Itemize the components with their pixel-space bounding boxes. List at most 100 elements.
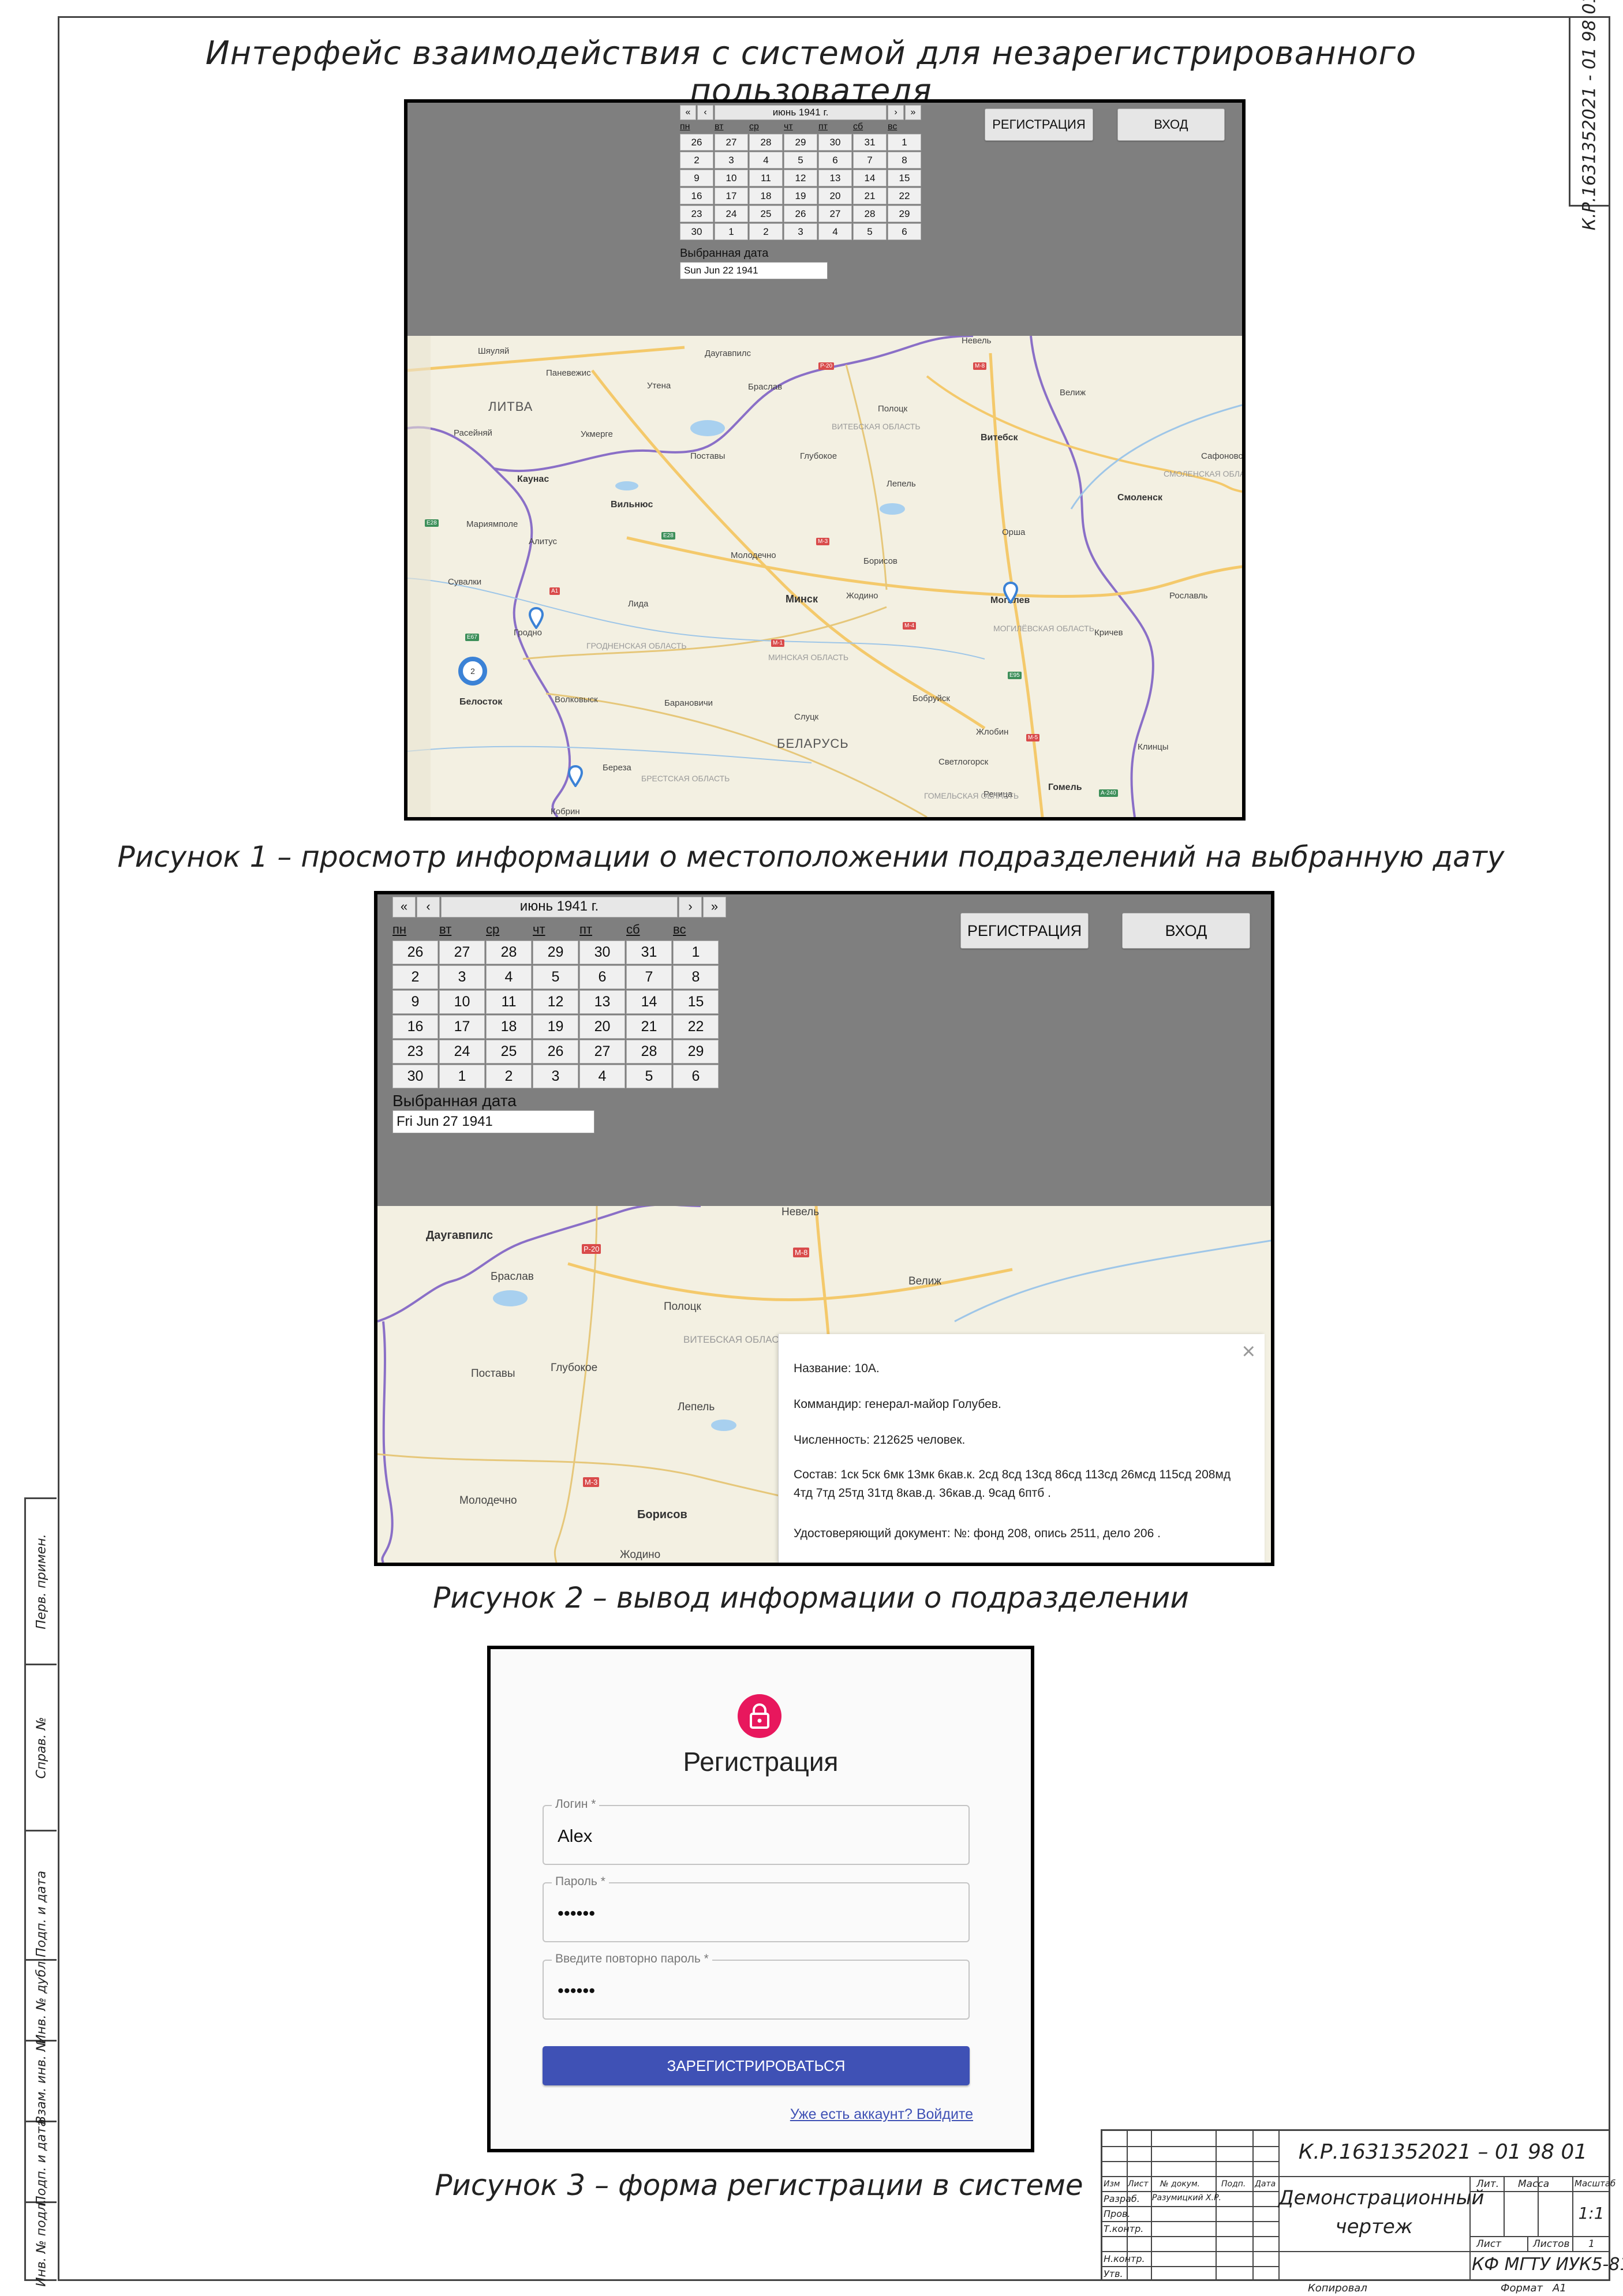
calendar-day[interactable]: 11 [749,170,783,186]
calendar-day[interactable]: 23 [392,1040,438,1063]
map[interactable]: Шяуляй Паневежис Утена Даугавпилс Брасла… [407,336,1242,817]
calendar-day[interactable]: 1 [673,941,719,964]
calendar-day[interactable]: 28 [626,1040,672,1063]
calendar-day[interactable]: 26 [392,941,438,964]
next-year-button[interactable]: » [905,105,921,120]
calendar-day[interactable]: 4 [818,223,852,240]
calendar-day[interactable]: 6 [818,152,852,168]
calendar-day[interactable]: 19 [533,1015,578,1039]
calendar-day[interactable]: 1 [888,134,921,151]
calendar-day[interactable]: 7 [626,965,672,989]
calendar-day[interactable]: 5 [533,965,578,989]
register-submit-button[interactable]: ЗАРЕГИСТРИРОВАТЬСЯ [543,2046,970,2085]
unit-marker-pin[interactable] [529,607,544,629]
calendar-day[interactable]: 2 [486,1065,532,1088]
calendar-day[interactable]: 12 [533,990,578,1014]
calendar-day[interactable]: 5 [853,223,887,240]
calendar-day[interactable]: 30 [818,134,852,151]
calendar-day[interactable]: 21 [626,1015,672,1039]
calendar-day[interactable]: 19 [784,188,817,204]
calendar-day[interactable]: 15 [888,170,921,186]
calendar-day[interactable]: 13 [818,170,852,186]
calendar-day[interactable]: 27 [439,941,485,964]
register-button[interactable]: РЕГИСТРАЦИЯ [960,913,1089,949]
calendar-day[interactable]: 17 [715,188,748,204]
login-button[interactable]: ВХОД [1117,108,1225,141]
calendar-day[interactable]: 10 [439,990,485,1014]
calendar-day[interactable]: 22 [888,188,921,204]
calendar-day[interactable]: 5 [626,1065,672,1088]
login-button[interactable]: ВХОД [1122,913,1250,949]
calendar-day[interactable]: 1 [439,1065,485,1088]
calendar-day[interactable]: 29 [673,1040,719,1063]
calendar-day[interactable]: 23 [680,205,713,222]
calendar-day[interactable]: 10 [715,170,748,186]
calendar-day[interactable]: 15 [673,990,719,1014]
calendar-day[interactable]: 4 [579,1065,625,1088]
calendar-day[interactable]: 3 [533,1065,578,1088]
login-link[interactable]: Уже есть аккаунт? Войдите [790,2106,973,2123]
calendar-day[interactable]: 1 [715,223,748,240]
password-field[interactable]: Пароль * •••••• [543,1875,970,1942]
calendar-day[interactable]: 30 [392,1065,438,1088]
calendar-day[interactable]: 6 [673,1065,719,1088]
calendar-day[interactable]: 7 [853,152,887,168]
unit-marker-pin[interactable] [1003,582,1018,604]
calendar-day[interactable]: 12 [784,170,817,186]
unit-marker-pin[interactable] [568,765,583,787]
calendar-day[interactable]: 29 [888,205,921,222]
calendar-day[interactable]: 21 [853,188,887,204]
calendar-day[interactable]: 29 [533,941,578,964]
selected-date-input[interactable]: Fri Jun 27 1941 [392,1110,594,1133]
calendar-day[interactable]: 27 [818,205,852,222]
month-label[interactable]: июнь 1941 г. [715,105,887,120]
login-field[interactable]: Логин * Alex [543,1797,970,1865]
calendar-day[interactable]: 8 [673,965,719,989]
calendar-day[interactable]: 27 [715,134,748,151]
next-year-button[interactable]: » [703,897,726,917]
calendar-day[interactable]: 28 [853,205,887,222]
prev-year-button[interactable]: « [392,897,416,917]
calendar-day[interactable]: 11 [486,990,532,1014]
prev-year-button[interactable]: « [680,105,696,120]
calendar-day[interactable]: 14 [626,990,672,1014]
next-month-button[interactable]: › [888,105,904,120]
unit-cluster-marker[interactable]: 2 [458,657,487,686]
month-label[interactable]: июнь 1941 г. [441,897,678,917]
next-month-button[interactable]: › [679,897,702,917]
calendar-day[interactable]: 27 [579,1040,625,1063]
calendar-day[interactable]: 13 [579,990,625,1014]
calendar-day[interactable]: 26 [680,134,713,151]
calendar-day[interactable]: 9 [680,170,713,186]
calendar-day[interactable]: 25 [749,205,783,222]
calendar-day[interactable]: 28 [486,941,532,964]
calendar-day[interactable]: 6 [579,965,625,989]
calendar-day[interactable]: 4 [486,965,532,989]
calendar-day[interactable]: 3 [439,965,485,989]
prev-month-button[interactable]: ‹ [417,897,440,917]
calendar-day[interactable]: 22 [673,1015,719,1039]
calendar-day[interactable]: 14 [853,170,887,186]
calendar-day[interactable]: 31 [626,941,672,964]
repeat-password-field[interactable]: Введите повторно пароль * •••••• [543,1952,970,2020]
calendar-day[interactable]: 2 [749,223,783,240]
calendar-day[interactable]: 3 [784,223,817,240]
calendar-day[interactable]: 8 [888,152,921,168]
calendar-day[interactable]: 16 [392,1015,438,1039]
calendar-day[interactable]: 9 [392,990,438,1014]
calendar-day[interactable]: 20 [579,1015,625,1039]
calendar-day[interactable]: 16 [680,188,713,204]
calendar-day[interactable]: 30 [579,941,625,964]
calendar-day[interactable]: 24 [715,205,748,222]
selected-date-input[interactable]: Sun Jun 22 1941 [680,262,828,279]
calendar-day[interactable]: 18 [749,188,783,204]
calendar-day[interactable]: 24 [439,1040,485,1063]
calendar-day[interactable]: 26 [784,205,817,222]
calendar-day[interactable]: 28 [749,134,783,151]
calendar-day[interactable]: 30 [680,223,713,240]
calendar-day[interactable]: 2 [392,965,438,989]
calendar-day[interactable]: 18 [486,1015,532,1039]
calendar-day[interactable]: 2 [680,152,713,168]
calendar-day[interactable]: 17 [439,1015,485,1039]
calendar-day[interactable]: 4 [749,152,783,168]
